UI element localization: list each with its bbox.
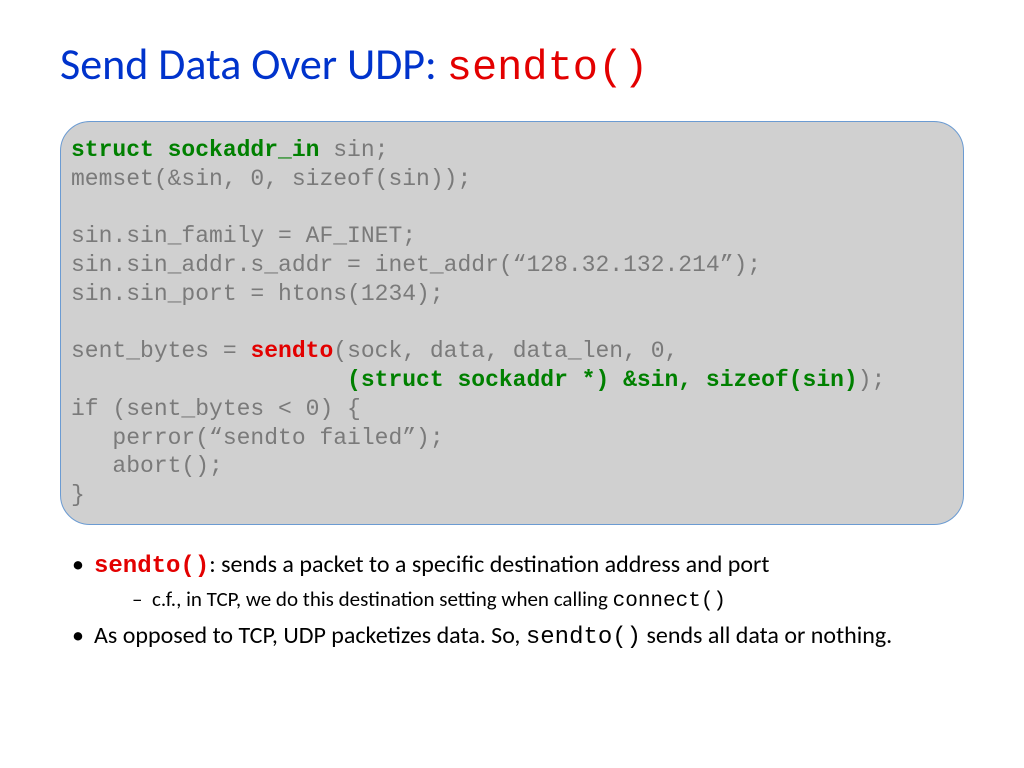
bullet-1-keyword: sendto() xyxy=(94,553,209,580)
code-keyword-struct: struct sockaddr_in xyxy=(71,137,319,163)
code-block: struct sockaddr_in sin; memset(&sin, 0, … xyxy=(60,121,964,525)
sub-bullet-1-code: connect() xyxy=(613,590,726,613)
title-text-blue: Send Data Over UDP: xyxy=(60,37,447,91)
slide-title: Send Data Over UDP: sendto() xyxy=(60,40,964,91)
sub-bullet-list: c.f., in TCP, we do this destination set… xyxy=(94,586,964,615)
code-text: memset(&sin, 0, sizeof(sin)); xyxy=(71,166,471,192)
sub-bullet-1-text: c.f., in TCP, we do this destination set… xyxy=(152,586,613,612)
code-keyword-sendto: sendto xyxy=(250,338,333,364)
code-text: perror(“sendto failed”); xyxy=(71,425,444,451)
code-text: sin.sin_port = htons(1234); xyxy=(71,281,444,307)
code-text: sin.sin_addr.s_addr = inet_addr(“128.32.… xyxy=(71,252,761,278)
bullet-2-text-b: sends all data or nothing. xyxy=(641,621,892,650)
code-text: } xyxy=(71,482,85,508)
bullet-item-1: sendto(): sends a packet to a specific d… xyxy=(60,550,964,615)
code-text: sin; xyxy=(319,137,388,163)
bullet-2-code: sendto() xyxy=(526,624,641,651)
title-text-red: sendto() xyxy=(447,44,649,92)
bullet-1-text: : sends a packet to a specific destinati… xyxy=(209,550,769,579)
code-text: (sock, data, data_len, 0, xyxy=(333,338,678,364)
bullet-2-text-a: As opposed to TCP, UDP packetizes data. … xyxy=(94,621,526,650)
sub-bullet-1: c.f., in TCP, we do this destination set… xyxy=(94,586,964,615)
code-text: abort(); xyxy=(71,453,223,479)
code-text: ); xyxy=(858,367,886,393)
code-text: if (sent_bytes < 0) { xyxy=(71,396,361,422)
code-cast-green: (struct sockaddr *) &sin, sizeof(sin) xyxy=(347,367,858,393)
code-text: sin.sin_family = AF_INET; xyxy=(71,223,416,249)
code-text: sent_bytes = xyxy=(71,338,250,364)
bullet-list: sendto(): sends a packet to a specific d… xyxy=(60,550,964,653)
bullet-item-2: As opposed to TCP, UDP packetizes data. … xyxy=(60,621,964,653)
slide: Send Data Over UDP: sendto() struct sock… xyxy=(0,0,1024,768)
code-text xyxy=(71,367,347,393)
